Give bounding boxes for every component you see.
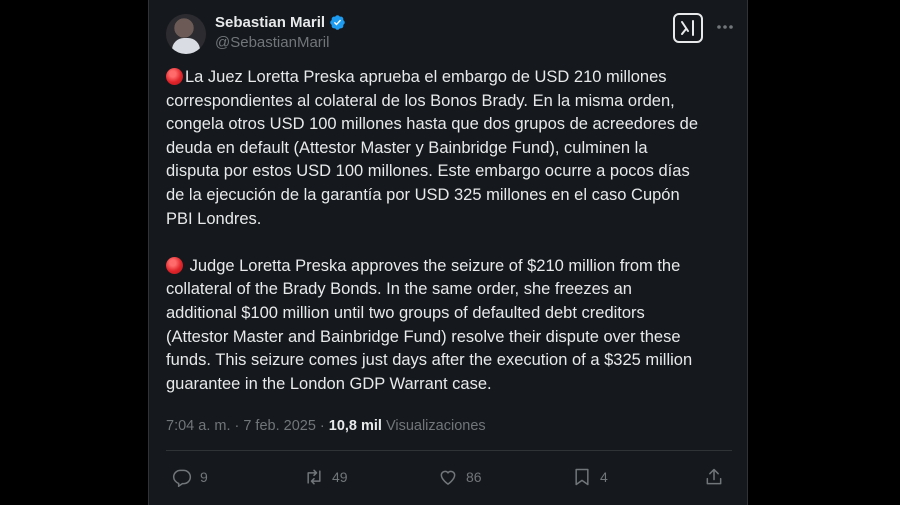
repost-count: 49: [332, 469, 348, 485]
like-button[interactable]: 86: [438, 464, 482, 490]
paragraph-en-text: Judge Loretta Preska approves the seizur…: [166, 256, 693, 393]
tweet-time[interactable]: 7:04 a. m.: [166, 418, 230, 434]
red-circle-icon: [166, 256, 183, 274]
more-icon: [717, 25, 733, 29]
bookmark-button[interactable]: 4: [572, 464, 608, 490]
reply-count: 9: [200, 469, 208, 485]
author-handle[interactable]: @SebastianMaril: [215, 34, 329, 51]
author-name-row: Sebastian Maril: [215, 14, 346, 31]
share-button[interactable]: [704, 464, 724, 490]
like-count: 86: [466, 469, 482, 485]
meta-separator: ·: [234, 418, 240, 434]
tweet-paragraph-english: Judge Loretta Preska approves the seizur…: [166, 255, 736, 397]
repost-button[interactable]: 49: [304, 464, 348, 490]
reply-button[interactable]: 9: [172, 464, 208, 490]
tweet-text: La Juez Loretta Preska aprueba el embarg…: [166, 66, 736, 396]
paragraph-es-text: La Juez Loretta Preska aprueba el embarg…: [166, 68, 698, 228]
views-count[interactable]: 10,8 mil: [329, 418, 382, 434]
meta-separator: ·: [319, 418, 325, 434]
red-circle-icon: [166, 68, 183, 85]
tweet-date[interactable]: 7 feb. 2025: [243, 418, 316, 434]
tweet-paragraph-spanish: La Juez Loretta Preska aprueba el embarg…: [166, 66, 736, 231]
more-options-button[interactable]: [714, 16, 736, 38]
repost-icon: [307, 469, 321, 485]
tweet-meta: 7:04 a. m. · 7 feb. 2025 · 10,8 mil Visu…: [166, 418, 486, 434]
reply-icon: [172, 469, 192, 487]
author-display-name[interactable]: Sebastian Maril: [215, 14, 325, 31]
heart-icon: [440, 470, 456, 485]
bookmark-count: 4: [600, 469, 608, 485]
grok-icon: [681, 20, 694, 36]
views-label[interactable]: Visualizaciones: [386, 418, 486, 434]
grok-button[interactable]: [673, 13, 703, 43]
avatar[interactable]: [166, 14, 206, 54]
tweet-detail: Sebastian Maril @SebastianMaril La Juez …: [148, 0, 748, 505]
divider: [166, 450, 732, 451]
avatar-figure: [172, 38, 200, 54]
verified-badge-icon: [330, 15, 345, 30]
action-bar: 9 49 86 4: [166, 464, 732, 490]
share-icon: [706, 468, 722, 485]
bookmark-icon: [575, 468, 589, 486]
